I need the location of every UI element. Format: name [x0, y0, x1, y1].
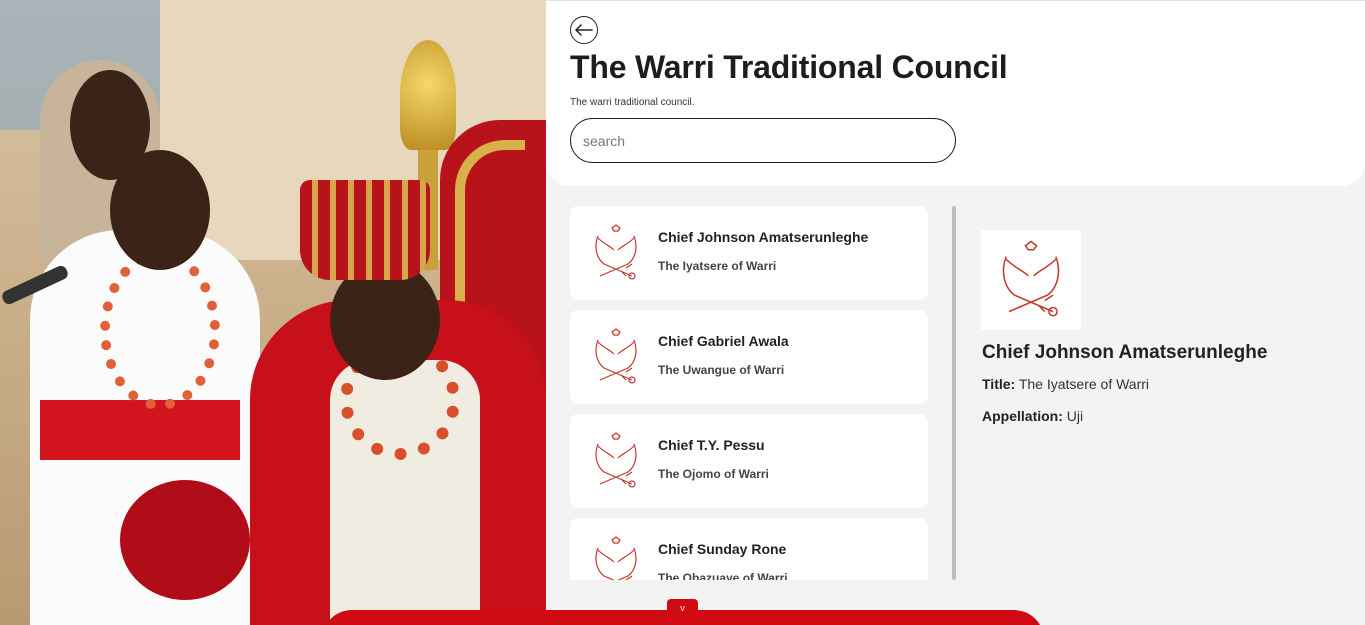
crossed-swords-emblem-icon: [595, 432, 637, 488]
coronation-photo: [0, 0, 546, 625]
chief-card[interactable]: Chief Johnson Amatserunleghe The Iyatser…: [570, 206, 928, 300]
chief-card[interactable]: Chief T.Y. Pessu The Ojomo of Warri: [570, 414, 928, 508]
chief-role: The Uwangue of Warri: [658, 363, 785, 377]
coral-beads: [100, 250, 220, 410]
red-cushion: [120, 480, 250, 600]
elder-sash: [40, 400, 240, 460]
drawer-toggle-button[interactable]: v: [667, 599, 698, 617]
page-subtitle: The warri traditional council.: [570, 97, 695, 108]
chief-role: The Ojomo of Warri: [658, 467, 769, 481]
chief-card[interactable]: Chief Sunday Rone The Obazuaye of Warri: [570, 518, 928, 580]
crossed-swords-emblem-icon: [595, 328, 637, 384]
search-input[interactable]: [570, 118, 956, 163]
chief-list: Chief Johnson Amatserunleghe The Iyatser…: [570, 206, 928, 580]
elder-head: [110, 150, 210, 270]
back-button[interactable]: [570, 16, 598, 44]
crossed-swords-emblem-icon: [1002, 240, 1060, 317]
detail-title-row: Title: The Iyatsere of Warri: [982, 376, 1149, 392]
chief-role: The Iyatsere of Warri: [658, 259, 777, 273]
detail-appellation-value: Uji: [1066, 408, 1084, 424]
throne-finial: [400, 40, 456, 150]
crossed-swords-emblem-icon: [595, 224, 637, 280]
chief-role: The Obazuaye of Warri: [658, 571, 788, 580]
chief-card[interactable]: Chief Gabriel Awala The Uwangue of Warri: [570, 310, 928, 404]
detail-appellation-label: Appellation:: [982, 408, 1063, 424]
page-title: The Warri Traditional Council: [570, 49, 1008, 85]
list-scrollbar[interactable]: [952, 206, 956, 580]
chief-name: Chief Gabriel Awala: [658, 333, 789, 349]
crown: [300, 180, 430, 280]
detail-emblem: [981, 230, 1081, 330]
throne-gold-trim: [455, 140, 525, 320]
arrow-left-icon: [575, 24, 593, 36]
crossed-swords-emblem-icon: [595, 536, 637, 580]
chief-name: Chief Johnson Amatserunleghe: [658, 229, 869, 245]
chief-name: Chief Sunday Rone: [658, 541, 787, 557]
chief-name: Chief T.Y. Pessu: [658, 437, 765, 453]
detail-title-value: The Iyatsere of Warri: [1018, 376, 1150, 392]
detail-chief-name: Chief Johnson Amatserunleghe: [982, 342, 1268, 363]
detail-appellation-row: Appellation: Uji: [982, 408, 1083, 424]
header-card: The Warri Traditional Council The warri …: [546, 0, 1365, 186]
detail-title-label: Title:: [982, 376, 1016, 392]
